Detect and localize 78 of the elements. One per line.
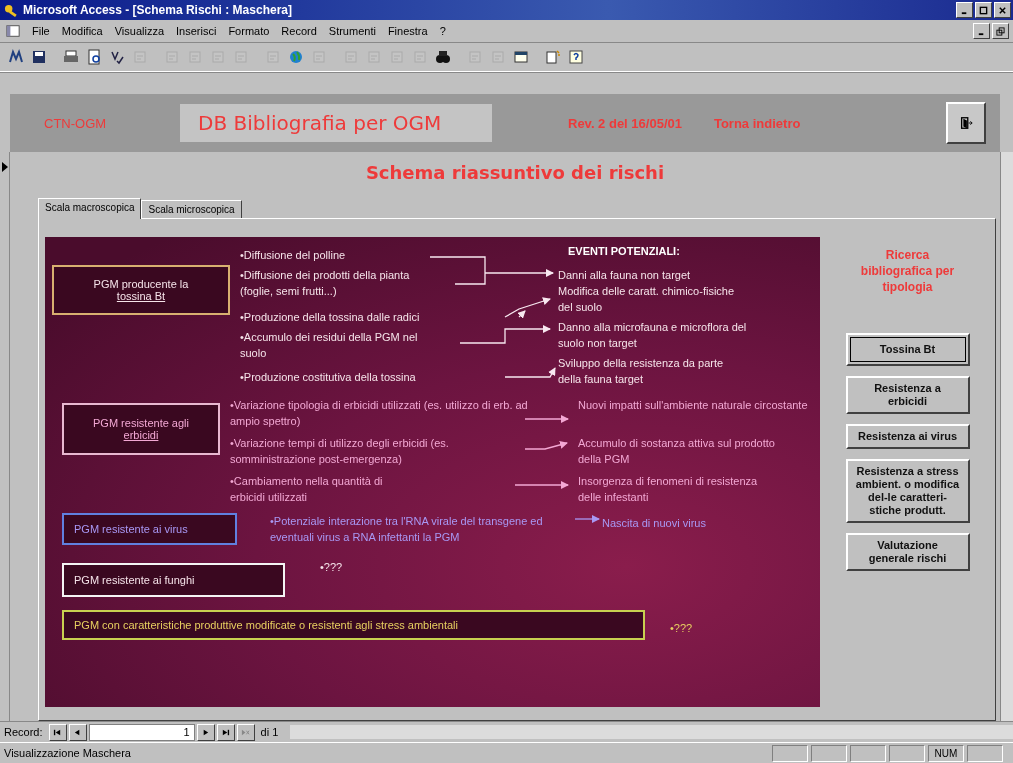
cause-text: •Produzione costitutiva della tossina: [240, 370, 417, 385]
menu-item[interactable]: Inserisci: [170, 25, 223, 37]
cause-text: •Cambiamento nella quantità di erbicidi utilizzati: [230, 474, 384, 505]
category-link[interactable]: tossina Bt: [116, 290, 166, 302]
next-record-icon[interactable]: [196, 723, 215, 741]
category-label: PGM resistente ai virus: [74, 523, 189, 535]
menu-item[interactable]: ?: [433, 25, 452, 37]
current-record-icon: [1, 162, 8, 172]
category-label: PGM resistente agli: [92, 417, 190, 429]
window-title: Microsoft Access - [Schema Rischi : Maschera]: [23, 3, 292, 17]
cause-text: •Potenziale interazione tra l'RNA virale del transgene ed eventuali virus a RNA infettanti la PGM: [270, 514, 544, 545]
effect-text: Danno alla microfauna e microflora del suolo non target: [558, 320, 748, 351]
organization-label: CTN-OGM: [44, 115, 108, 131]
menu-item[interactable]: Strumenti: [322, 25, 382, 37]
first-record-icon[interactable]: [48, 723, 67, 741]
num-lock-indicator: NUM: [928, 744, 964, 762]
category-link[interactable]: erbicidi: [123, 429, 159, 441]
status-pane: [811, 744, 847, 762]
vertical-scrollbar[interactable]: [1000, 152, 1013, 721]
category-label: PGM resistente ai funghi: [74, 574, 196, 586]
menu-item[interactable]: Modifica: [55, 25, 109, 37]
cause-text: •Variazione tempi di utilizzo degli erbicidi (es. somministrazione post-emergenza): [230, 436, 450, 467]
effect-text: Danni alla fauna non target: [558, 268, 692, 283]
search-button[interactable]: Resistenza ai virus: [845, 424, 970, 449]
category-label: PGM con caratteristiche produttive modificate o resistenti agli stress ambientali: [74, 619, 459, 631]
effect-text: Nuovi impatti sull'ambiente naturale circostante: [578, 398, 809, 413]
record-total: di 1: [260, 726, 279, 738]
menu-item[interactable]: File: [26, 25, 56, 37]
effect-text: Accumulo di sostanza attiva sul prodotto della PGM: [578, 436, 776, 467]
record-number-field[interactable]: 1: [88, 723, 195, 741]
menu-item[interactable]: Finestra: [381, 25, 434, 37]
horizontal-scrollbar[interactable]: [290, 725, 1013, 739]
search-button[interactable]: Resistenza a erbicidi: [845, 376, 970, 414]
close-icon[interactable]: [994, 2, 1011, 18]
minimize-icon[interactable]: [973, 23, 990, 39]
search-heading: Ricerca bibliografica per tipologia: [859, 247, 956, 295]
record-label: Record:: [4, 726, 43, 738]
status-pane: [772, 744, 808, 762]
database-title: DB Bibliografia per OGM: [180, 104, 492, 142]
cause-text: •Produzione della tossina dalle radici: [240, 310, 421, 325]
new-object-icon[interactable]: [543, 47, 563, 67]
menu-item[interactable]: Record: [275, 25, 323, 37]
effect-text: Nascita di nuovi virus: [602, 516, 707, 531]
effect-text: Modifica delle caratt. chimico-fisiche del suolo: [558, 284, 736, 315]
form-title: Schema riassuntivo dei rischi: [364, 162, 666, 185]
menu-item[interactable]: Visualizza: [108, 25, 171, 37]
help-icon[interactable]: [566, 47, 586, 67]
cause-text: •Diffusione dei prodotti della pianta (foglie, semi frutti...): [240, 268, 411, 299]
diagram-heading: EVENTI POTENZIALI:: [568, 245, 680, 257]
maximize-icon[interactable]: [975, 2, 992, 18]
cause-text: •???: [320, 560, 344, 575]
cause-text: •Accumulo dei residui della PGM nel suolo: [240, 330, 419, 361]
cause-text: •Diffusione del polline: [240, 248, 347, 263]
previous-record-icon[interactable]: [68, 723, 87, 741]
menu-item[interactable]: Formato: [222, 25, 276, 37]
effect-text: Sviluppo della resistenza da parte della fauna target: [558, 356, 725, 387]
status-text: Visualizzazione Maschera: [3, 747, 132, 759]
last-record-icon[interactable]: [216, 723, 235, 741]
status-pane: [850, 744, 886, 762]
minimize-icon[interactable]: [956, 2, 973, 18]
key-icon: [4, 2, 19, 18]
cause-text: •???: [670, 621, 694, 636]
search-button[interactable]: Valutazione generale rischi: [845, 533, 970, 571]
tab[interactable]: Scala macroscopica: [38, 198, 142, 219]
back-label: Torna indietro: [713, 115, 801, 131]
status-pane: [967, 744, 1003, 762]
restore-icon[interactable]: [992, 23, 1009, 39]
exit-button[interactable]: [946, 102, 986, 144]
effect-text: Insorgenza di fenomeni di resistenza delle infestanti: [578, 474, 759, 505]
form-icon[interactable]: [6, 24, 20, 38]
revision-label: Rev. 2 del 16/05/01: [568, 115, 682, 131]
status-pane: [889, 744, 925, 762]
search-button[interactable]: Resistenza a stress ambient. o modifica del-le caratteri-stiche produtt.: [845, 459, 970, 523]
exit-door-icon: [959, 116, 973, 130]
search-button[interactable]: Tossina Bt: [845, 333, 970, 366]
cause-text: •Variazione tipologia di erbicidi utilizzati (es. utilizzo di erb. ad ampio spettro): [230, 398, 529, 429]
category-label: PGM producente la: [92, 278, 190, 290]
tab[interactable]: Scala microscopica: [141, 200, 242, 218]
